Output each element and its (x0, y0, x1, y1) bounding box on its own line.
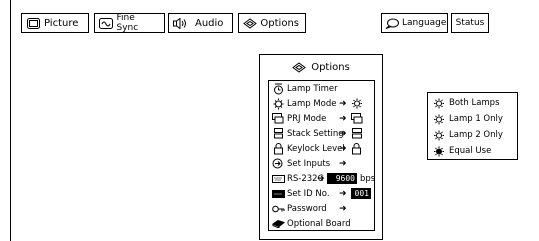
both-lamps-icon (432, 98, 446, 109)
menu-item-rs232c[interactable]: RS-232C ➜ 9600 bps (269, 171, 376, 186)
stack-setting-icon (271, 128, 285, 139)
menu-item-keylock-level[interactable]: Keylock Level ➜ (269, 141, 374, 156)
equal-use-icon (432, 146, 446, 157)
menu-item-label: Lamp Timer (287, 83, 338, 94)
tab-fine-sync[interactable]: Fine Sync (94, 13, 165, 33)
audio-icon (172, 17, 188, 29)
tab-picture-label: Picture (44, 17, 79, 29)
tab-status[interactable]: Status (451, 13, 489, 33)
options-panel-title: Options (260, 55, 382, 80)
tab-audio[interactable]: Audio (168, 13, 233, 33)
menu-item-stack-setting[interactable]: Stack Setting ➜ (269, 126, 374, 141)
menu-item-optional-board[interactable]: Optional Board (269, 216, 374, 231)
tab-language-label: Language (402, 18, 447, 28)
options-icon (242, 17, 257, 29)
menu-item-set-inputs[interactable]: Set Inputs ➜ (269, 156, 374, 171)
options-icon (292, 62, 307, 73)
menu-item-label: Set ID No. (287, 188, 330, 199)
tab-options-label: Options (260, 17, 299, 29)
lock-icon (351, 142, 362, 155)
options-menu: Lamp Timer Lamp Mode ➜ PRJ Mode ➜ Stack … (268, 80, 375, 231)
options-panel-title-text: Options (311, 62, 350, 73)
tab-audio-label: Audio (195, 17, 224, 29)
tab-language[interactable]: Language (381, 13, 448, 33)
rs232c-icon (271, 174, 285, 183)
lamp-1-icon (432, 114, 446, 125)
submenu-arrow: ➜ (317, 173, 325, 184)
submenu-arrow: ➜ (339, 128, 347, 139)
prj-icon (351, 113, 363, 124)
submenu-arrow: ➜ (339, 143, 347, 154)
menu-item-label: Keylock Level (287, 143, 345, 154)
submenu-item-lamp-1-only[interactable]: Lamp 1 Only (428, 111, 517, 127)
menu-item-set-id[interactable]: Set ID No. ➜ 001 (269, 186, 374, 201)
lamp-mode-submenu: Both Lamps Lamp 1 Only Lamp 2 Only Equal… (427, 92, 518, 160)
language-icon (385, 17, 399, 29)
lamp-2-icon (432, 130, 446, 141)
tab-options[interactable]: Options (238, 13, 306, 33)
tab-fine-sync-label: Fine Sync (116, 13, 139, 33)
menu-item-label: Password (287, 203, 327, 214)
lamp-mode-icon (271, 98, 285, 110)
keylock-icon (271, 142, 285, 155)
menu-item-lamp-mode[interactable]: Lamp Mode ➜ (269, 96, 374, 111)
submenu-item-label: Lamp 1 Only (449, 114, 503, 124)
stack-icon (351, 128, 363, 139)
set-id-icon (271, 189, 285, 198)
tab-picture[interactable]: Picture (21, 13, 89, 33)
submenu-arrow: ➜ (339, 188, 347, 199)
submenu-arrow: ➜ (339, 98, 347, 109)
menu-item-prj-mode[interactable]: PRJ Mode ➜ (269, 111, 374, 126)
menu-item-label: PRJ Mode (287, 113, 327, 124)
baud-rate-unit: bps (360, 173, 376, 184)
picture-icon (25, 17, 41, 29)
lamp-timer-icon (271, 83, 285, 95)
submenu-item-label: Both Lamps (449, 98, 500, 108)
submenu-arrow: ➜ (339, 158, 347, 169)
lamp-icon (351, 98, 363, 109)
tab-status-label: Status (455, 18, 485, 28)
id-number-value[interactable]: 001 (351, 188, 371, 199)
submenu-arrow: ➜ (339, 203, 347, 214)
baud-rate-value[interactable]: 9600 (327, 173, 357, 184)
menu-item-lamp-timer[interactable]: Lamp Timer (269, 81, 374, 96)
menu-item-label: Set Inputs (287, 158, 331, 169)
menu-item-password[interactable]: Password ➜ (269, 201, 374, 216)
left-frame-line (10, 0, 11, 241)
submenu-item-lamp-2-only[interactable]: Lamp 2 Only (428, 127, 517, 143)
submenu-arrow: ➜ (339, 113, 347, 124)
fine-sync-icon (98, 17, 114, 29)
submenu-item-label: Equal Use (449, 146, 492, 156)
set-inputs-icon (271, 158, 285, 169)
submenu-item-equal-use[interactable]: Equal Use (428, 143, 517, 159)
submenu-item-label: Lamp 2 Only (449, 130, 503, 140)
prj-mode-icon (271, 113, 285, 124)
password-icon (271, 205, 285, 213)
menu-item-label: Optional Board (287, 218, 351, 229)
optional-board-icon (271, 219, 285, 228)
submenu-item-both-lamps[interactable]: Both Lamps (428, 95, 517, 111)
menu-item-label: Lamp Mode (287, 98, 337, 109)
menu-item-label: Stack Setting (287, 128, 344, 139)
